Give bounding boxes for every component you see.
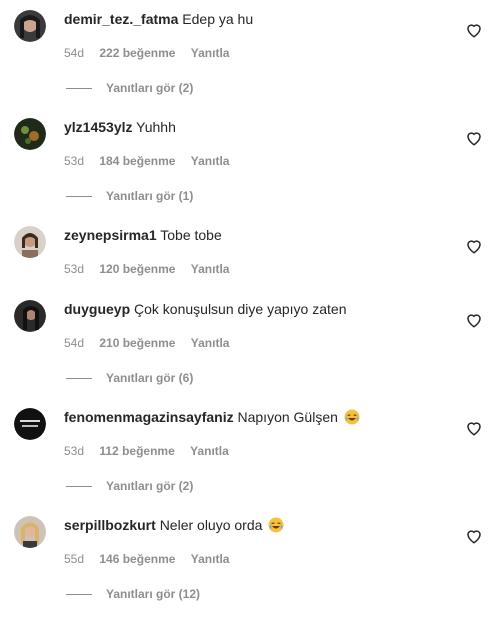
view-replies-button[interactable]: Yanıtları gör (1) [66, 188, 193, 204]
comment-age[interactable]: 55d [64, 552, 84, 566]
likes-count[interactable]: 112 beğenme [99, 444, 174, 458]
username[interactable]: demir_tez._fatma [64, 11, 178, 27]
comment-text: Çok konuşulsun diye yapıyo zaten [134, 301, 347, 317]
avatar[interactable] [14, 516, 46, 548]
comment-text: Napıyon Gülşen [237, 409, 338, 425]
username[interactable]: serpillbozkurt [64, 517, 156, 533]
replies-divider [66, 594, 92, 596]
reply-button[interactable]: Yanıtla [191, 262, 230, 276]
view-replies-button[interactable]: Yanıtları gör (6) [66, 370, 193, 386]
comment-text: Neler oluyo orda [159, 517, 263, 533]
replies-divider [66, 196, 92, 198]
comment-age[interactable]: 53d [64, 154, 84, 168]
view-replies-label: Yanıtları gör (12) [106, 587, 201, 601]
view-replies-label: Yanıtları gör (1) [106, 189, 194, 203]
comment-age[interactable]: 54d [64, 46, 84, 60]
heart-icon[interactable] [465, 21, 483, 39]
username[interactable]: duygueyp [64, 301, 130, 317]
likes-count[interactable]: 210 beğenme [99, 336, 175, 350]
comment-age[interactable]: 53d [64, 444, 84, 458]
username[interactable]: fenomenmagazinsayfaniz [64, 409, 234, 425]
username[interactable]: ylz1453ylz [64, 119, 133, 135]
heart-icon[interactable] [465, 527, 483, 545]
laughing-tears-emoji [268, 517, 284, 533]
comment-age[interactable]: 54d [64, 336, 84, 350]
replies-divider [66, 378, 92, 380]
likes-count[interactable]: 146 beğenme [99, 552, 175, 566]
avatar[interactable] [14, 408, 46, 440]
likes-count[interactable]: 222 beğenme [99, 46, 175, 60]
heart-icon[interactable] [465, 419, 483, 437]
avatar[interactable] [14, 10, 46, 42]
reply-button[interactable]: Yanıtla [191, 336, 230, 350]
replies-divider [66, 88, 92, 90]
comment-text: Tobe tobe [160, 227, 222, 243]
view-replies-button[interactable]: Yanıtları gör (2) [66, 478, 193, 494]
avatar[interactable] [14, 118, 46, 150]
comment-text: Yuhhh [136, 119, 176, 135]
avatar[interactable] [14, 300, 46, 332]
heart-icon[interactable] [465, 311, 483, 329]
reply-button[interactable]: Yanıtla [191, 154, 230, 168]
comment-age[interactable]: 53d [64, 262, 84, 276]
reply-button[interactable]: Yanıtla [190, 444, 229, 458]
likes-count[interactable]: 184 beğenme [99, 154, 175, 168]
username[interactable]: zeynepsirma1 [64, 227, 157, 243]
view-replies-button[interactable]: Yanıtları gör (2) [66, 80, 193, 96]
avatar[interactable] [14, 226, 46, 258]
likes-count[interactable]: 120 beğenme [99, 262, 175, 276]
replies-divider [66, 486, 92, 488]
view-replies-label: Yanıtları gör (2) [106, 479, 194, 493]
reply-button[interactable]: Yanıtla [191, 552, 230, 566]
view-replies-label: Yanıtları gör (2) [106, 81, 194, 95]
heart-icon[interactable] [465, 237, 483, 255]
heart-icon[interactable] [465, 129, 483, 147]
reply-button[interactable]: Yanıtla [191, 46, 230, 60]
view-replies-button[interactable]: Yanıtları gör (12) [66, 586, 200, 602]
comment-text: Edep ya hu [182, 11, 254, 27]
view-replies-label: Yanıtları gör (6) [106, 371, 194, 385]
laughing-tears-emoji [344, 409, 360, 425]
